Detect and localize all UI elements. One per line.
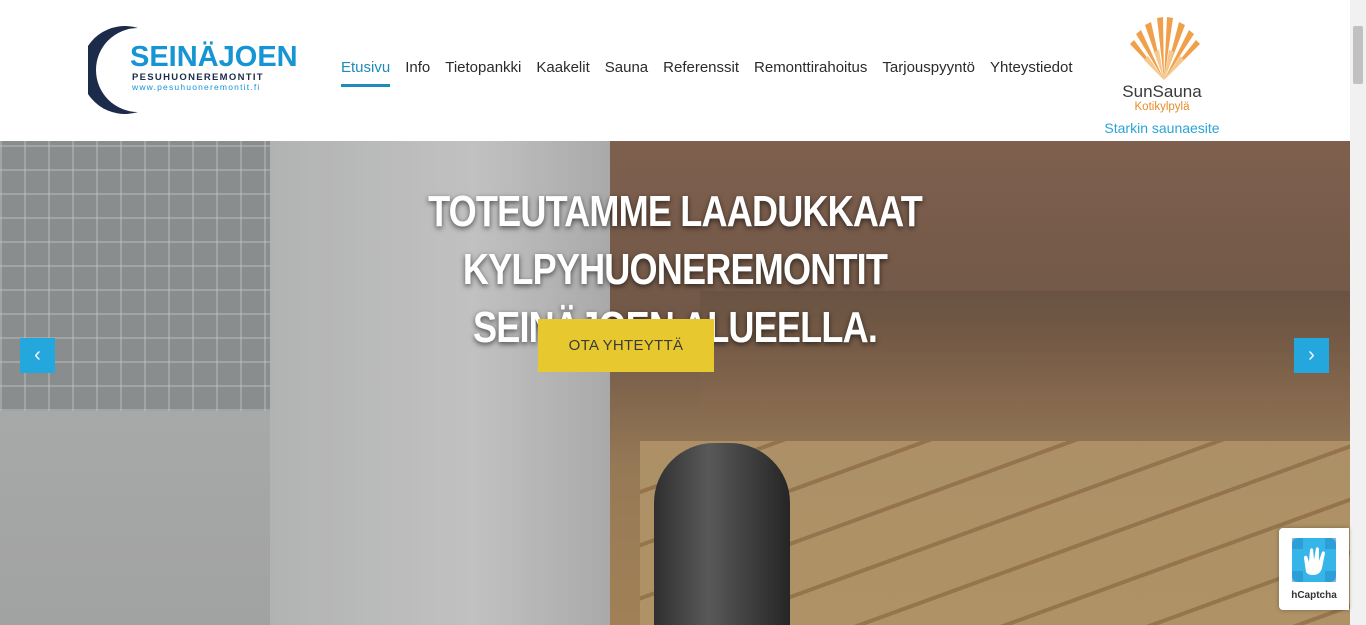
partner-sub: Kotikylpylä [1134, 101, 1190, 113]
hcaptcha-hand-icon [1292, 538, 1336, 582]
nav-item-info[interactable]: Info [405, 58, 430, 87]
nav-item-tarjouspyynto[interactable]: Tarjouspyyntö [882, 58, 975, 87]
nav-item-kaakelit[interactable]: Kaakelit [536, 58, 589, 87]
partner-link[interactable]: Starkin saunaesite [1100, 119, 1224, 137]
scrollbar-thumb[interactable] [1353, 26, 1363, 84]
hero-title-line-1: TOTEUTAMME LAADUKKAAT KYLPYHUONEREMONTIT [428, 187, 923, 294]
sun-rays-icon [1130, 17, 1200, 80]
sunsauna-banner[interactable]: SunSauna Kotikylpylä Starkin saunaesite [1100, 12, 1224, 138]
chevron-left-icon: ‹ [34, 344, 41, 366]
nav-item-tietopankki[interactable]: Tietopankki [445, 58, 521, 87]
hcaptcha-label: hCaptcha [1291, 590, 1337, 601]
main-nav: Etusivu Info Tietopankki Kaakelit Sauna … [341, 58, 1088, 87]
nav-item-yhteystiedot[interactable]: Yhteystiedot [990, 58, 1073, 87]
hcaptcha-badge[interactable]: hCaptcha [1279, 528, 1349, 610]
logo-title: SEINÄJOEN [130, 41, 298, 73]
site-header: SEINÄJOEN PESUHUONEREMONTIT www.pesuhuon… [0, 0, 1350, 141]
site-logo[interactable]: SEINÄJOEN PESUHUONEREMONTIT www.pesuhuon… [88, 24, 298, 116]
nav-item-sauna[interactable]: Sauna [605, 58, 648, 87]
nav-item-referenssit[interactable]: Referenssit [663, 58, 739, 87]
hero-slider: TOTEUTAMME LAADUKKAAT KYLPYHUONEREMONTIT… [0, 141, 1350, 625]
page-scrollbar[interactable] [1350, 0, 1366, 625]
partner-name: SunSauna [1122, 82, 1202, 101]
nav-item-etusivu[interactable]: Etusivu [341, 58, 391, 87]
logo-url: www.pesuhuoneremontit.fi [132, 82, 261, 92]
slider-next-button[interactable]: › [1294, 338, 1329, 373]
slider-prev-button[interactable]: ‹ [20, 338, 55, 373]
chevron-right-icon: › [1308, 344, 1315, 366]
nav-item-remonttirahoitus[interactable]: Remonttirahoitus [754, 58, 867, 87]
contact-cta-button[interactable]: OTA YHTEYTTÄ [538, 319, 714, 372]
